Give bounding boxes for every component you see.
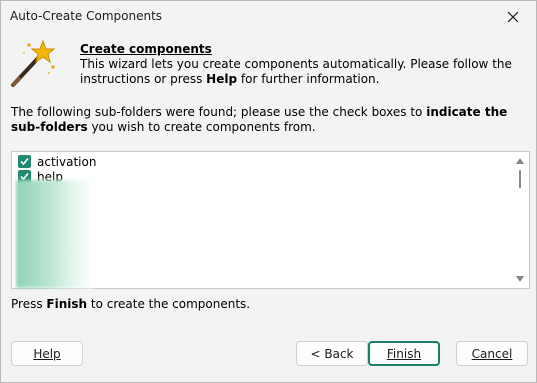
folder-label: activation <box>37 154 97 169</box>
scroll-up-icon[interactable] <box>516 158 524 164</box>
close-icon <box>507 11 519 23</box>
dialog-window: Auto-Create Components Create components… <box>0 0 537 383</box>
subfolder-list[interactable]: activation help <box>11 151 530 289</box>
help-button[interactable]: Help <box>11 341 83 366</box>
window-title: Auto-Create Components <box>10 9 163 23</box>
checkbox-checked-icon[interactable] <box>18 155 31 168</box>
magic-wand-icon <box>11 39 56 87</box>
finish-button-label: Finish <box>386 346 422 361</box>
finish-button[interactable]: Finish <box>368 341 440 366</box>
cancel-button[interactable]: Cancel <box>456 341 528 366</box>
list-item[interactable]: activation <box>18 154 96 169</box>
scroll-thumb[interactable] <box>519 170 521 188</box>
back-button-label: < Back <box>310 346 354 361</box>
cancel-button-label: Cancel <box>471 346 513 361</box>
vertical-scrollbar[interactable] <box>512 152 529 288</box>
close-button[interactable] <box>490 1 536 33</box>
scroll-down-icon[interactable] <box>516 276 524 282</box>
header-title: Create components <box>80 42 212 56</box>
help-button-label: Help <box>33 346 61 361</box>
back-button[interactable]: < Back <box>296 341 368 366</box>
obscured-list-items <box>16 180 94 288</box>
title-bar[interactable]: Auto-Create Components <box>1 1 536 33</box>
header-description: This wizard lets you create components a… <box>80 57 512 86</box>
wizard-header: Create components This wizard lets you c… <box>1 33 536 97</box>
instruction-text: The following sub-folders were found; pl… <box>11 105 508 134</box>
finish-hint: Press Finish to create the components. <box>11 297 251 311</box>
